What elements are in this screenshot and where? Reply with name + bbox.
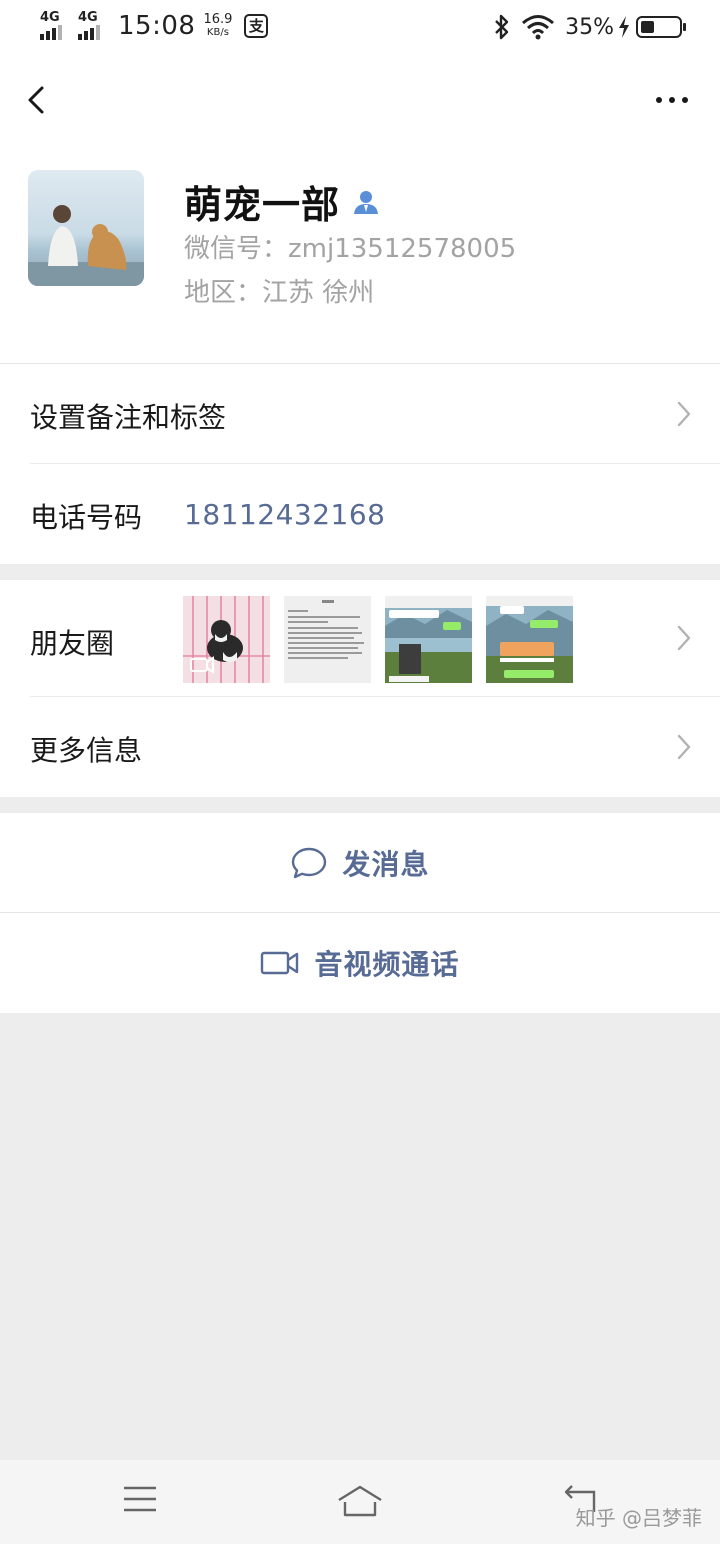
system-nav-bar: 知乎 @吕梦菲: [0, 1460, 720, 1544]
remark-tags-cell[interactable]: 设置备注和标签: [0, 364, 720, 464]
signal-icon: 4G: [38, 10, 74, 42]
chevron-right-icon: [677, 401, 691, 427]
moments-label: 朋友圈: [30, 627, 115, 660]
battery-percent: 35%: [565, 14, 614, 40]
moments-cell[interactable]: 朋友圈: [0, 580, 720, 697]
clock: 15:08: [118, 11, 196, 41]
wechat-id: 微信号：zmj13512578005: [184, 234, 517, 264]
person-icon: [354, 190, 379, 214]
phone-number[interactable]: 18112432168: [184, 498, 385, 531]
video-camera-icon: [261, 951, 299, 975]
chevron-right-icon: [677, 734, 691, 760]
battery-icon: [636, 16, 686, 38]
chevron-left-icon[interactable]: [22, 80, 52, 120]
more-info-label: 更多信息: [30, 734, 143, 767]
phone-label: 电话号码: [30, 501, 143, 534]
moments-thumb-video[interactable]: [183, 596, 270, 683]
status-bar: 4G 4G 15:08 16.9 KB/s 支 35%: [0, 0, 720, 58]
home-icon[interactable]: [336, 1484, 384, 1518]
moments-thumb-chat-2[interactable]: [486, 596, 573, 683]
watermark: 知乎 @吕梦菲: [575, 1506, 702, 1530]
chevron-right-icon: [677, 625, 691, 651]
remark-tags-label: 设置备注和标签: [30, 401, 227, 434]
wifi-icon: [522, 15, 555, 40]
video-call-button[interactable]: 音视频通话: [0, 913, 720, 1013]
net-speed-unit: KB/s: [206, 27, 229, 38]
network-type-2: 4G: [78, 10, 98, 25]
chat-bubble-icon: [292, 847, 327, 879]
profile-header: 萌宠一部 微信号：zmj13512578005 地区：江苏 徐州: [0, 148, 720, 363]
charging-icon: [619, 16, 629, 38]
moments-thumb-chat-1[interactable]: [385, 596, 472, 683]
send-message-label: 发消息: [342, 848, 430, 881]
network-type-1: 4G: [40, 10, 60, 25]
menu-icon[interactable]: [122, 1484, 158, 1514]
contact-name: 萌宠一部: [184, 183, 341, 227]
phone-cell: 电话号码 18112432168: [0, 464, 720, 564]
net-speed: 16.9 KB/s: [203, 13, 232, 39]
region: 地区：江苏 徐州: [184, 278, 375, 308]
more-info-cell[interactable]: 更多信息: [0, 697, 720, 797]
top-nav: [0, 58, 720, 148]
net-speed-value: 16.9: [203, 12, 233, 27]
moments-thumb-document[interactable]: [284, 596, 371, 683]
video-call-label: 音视频通话: [314, 948, 460, 981]
bluetooth-icon: [495, 14, 509, 40]
signal-icon-2: 4G: [76, 10, 112, 42]
more-dots-icon[interactable]: [654, 88, 690, 112]
alipay-icon: 支: [244, 14, 269, 38]
send-message-button[interactable]: 发消息: [0, 813, 720, 913]
avatar[interactable]: [28, 170, 144, 286]
